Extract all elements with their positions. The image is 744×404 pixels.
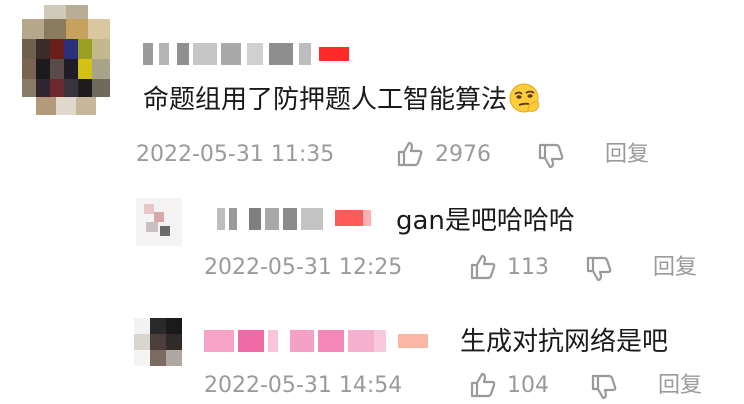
avatar[interactable]	[136, 198, 182, 246]
level-badge	[319, 47, 349, 61]
reply-button[interactable]: 回复	[653, 252, 697, 284]
thumbs-down-icon[interactable]	[585, 255, 613, 283]
comment-text: 命题组用了防押题人工智能算法	[143, 80, 541, 120]
thumbs-down-icon[interactable]	[537, 142, 565, 170]
username-redacted[interactable]	[217, 208, 377, 230]
avatar[interactable]	[22, 5, 110, 115]
username-redacted[interactable]	[143, 43, 358, 65]
thumbs-up-icon[interactable]	[396, 140, 424, 168]
like-count: 104	[507, 373, 549, 398]
thumbs-up-icon[interactable]	[469, 371, 497, 399]
like-count: 113	[507, 255, 549, 280]
level-badge	[398, 334, 428, 348]
timestamp: 2022-05-31 12:25	[204, 255, 403, 280]
username-redacted[interactable]	[204, 330, 444, 352]
comment-text: 生成对抗网络是吧	[460, 327, 669, 357]
avatar[interactable]	[134, 318, 182, 366]
smirk-face-icon	[509, 82, 541, 114]
level-badge	[335, 210, 363, 226]
timestamp: 2022-05-31 14:54	[204, 373, 403, 398]
comment-text: gan是吧哈哈哈	[396, 206, 575, 236]
reply-button[interactable]: 回复	[658, 370, 702, 402]
thumbs-down-icon[interactable]	[590, 373, 618, 401]
timestamp: 2022-05-31 11:35	[136, 142, 335, 167]
reply-button[interactable]: 回复	[605, 139, 649, 171]
thumbs-up-icon[interactable]	[469, 253, 497, 281]
like-count: 2976	[435, 142, 491, 167]
